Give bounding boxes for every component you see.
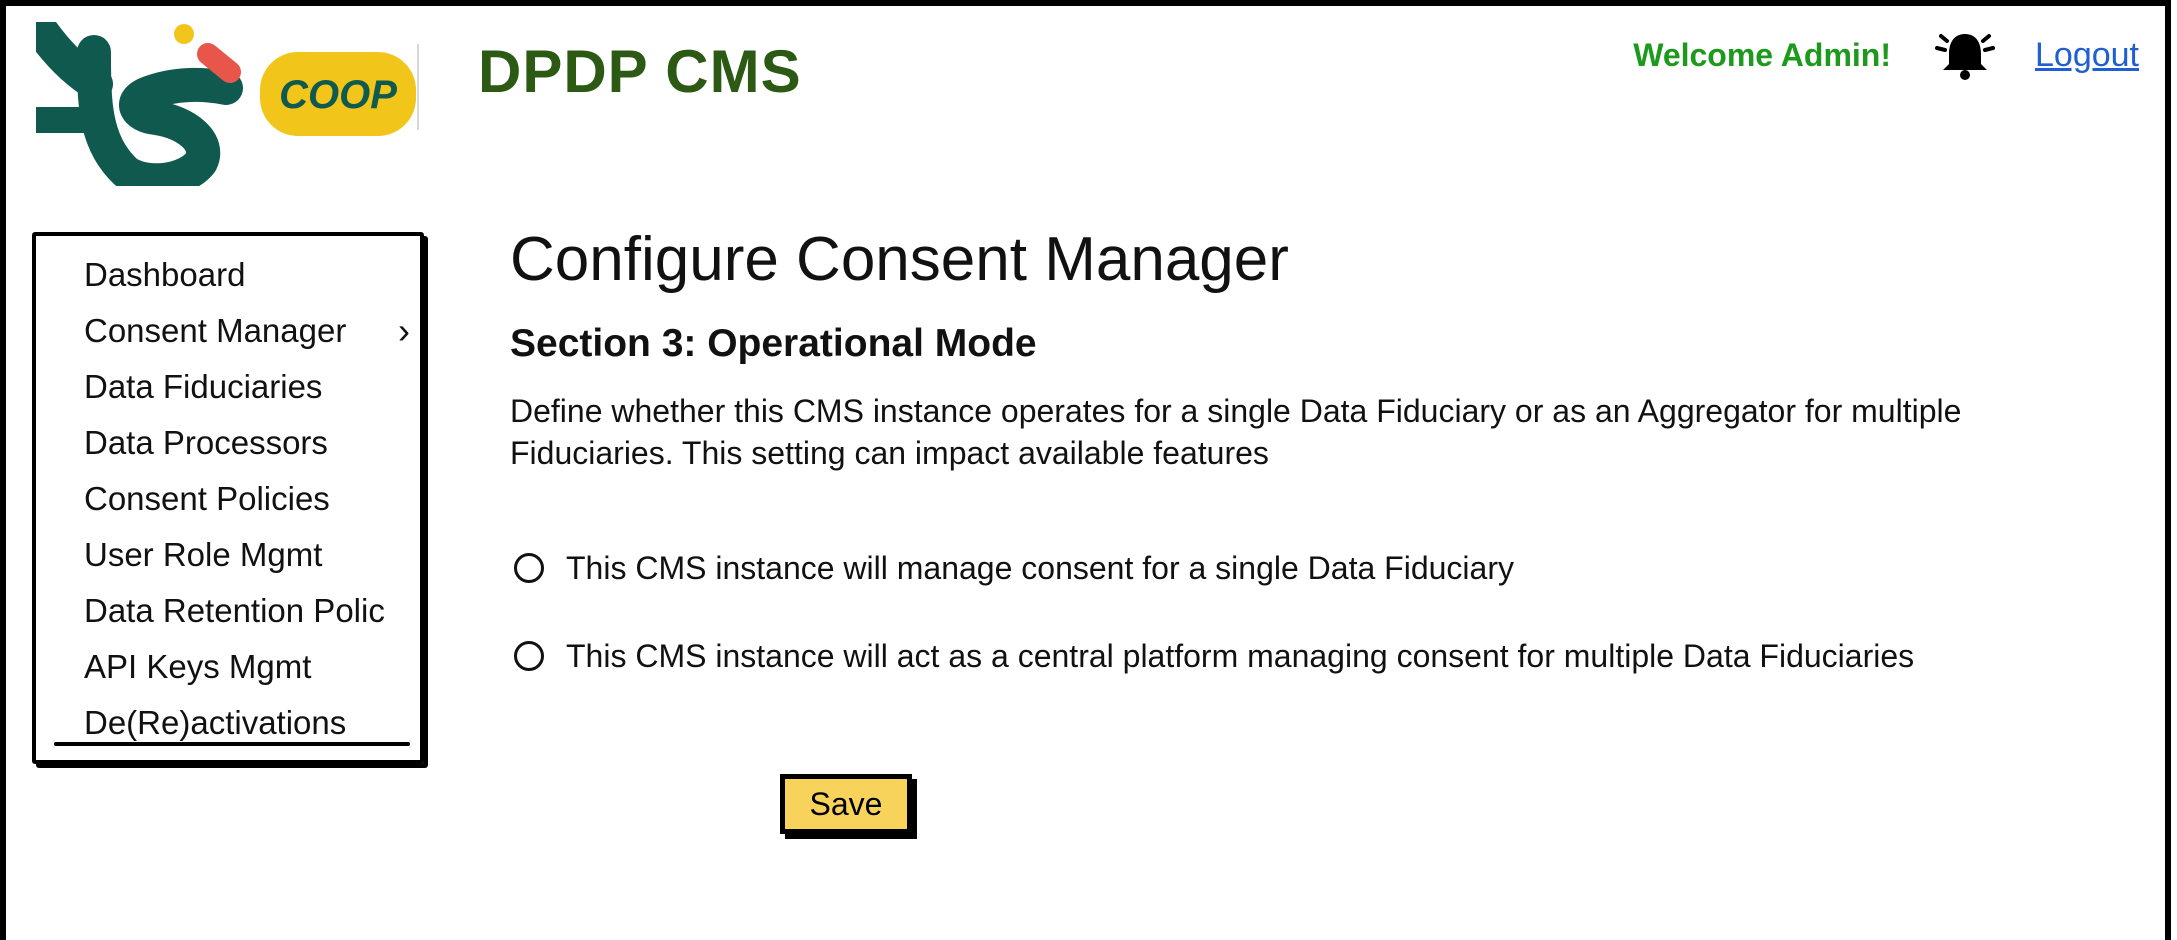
sidebar-item-consent-manager[interactable]: Consent Manager › [36,304,420,360]
sidebar-item-label: De(Re)activations [84,704,347,741]
page-title: Configure Consent Manager [510,225,1289,294]
bell-icon[interactable] [1933,28,1997,82]
sidebar-item-consent-policies[interactable]: Consent Policies [36,472,420,528]
option-single-fiduciary[interactable]: This CMS instance will manage consent fo… [510,544,2130,592]
option-label: This CMS instance will manage consent fo… [566,549,1514,586]
logout-link[interactable]: Logout [2035,36,2139,75]
sidebar-item-label: User Role Mgmt [84,536,323,573]
sidebar-item-label: API Keys Mgmt [84,648,312,685]
section-title: Section 3: Operational Mode [510,322,1037,365]
sidebar: Dashboard Consent Manager › Data Fiducia… [32,232,424,764]
chevron-right-icon: › [398,310,410,351]
logo-text: COOP [279,73,397,117]
radio-multiple-fiduciaries[interactable] [514,641,544,671]
coop-logo: COOP [36,22,419,186]
sidebar-item-data-fiduciaries[interactable]: Data Fiduciaries [36,360,420,416]
sidebar-item-label: Consent Policies [84,480,330,517]
section-description: Define whether this CMS instance operate… [510,393,1962,471]
sidebar-item-api-keys-mgmt[interactable]: API Keys Mgmt [36,640,420,696]
main-content: Configure Consent Manager Section 3: Ope… [510,222,2130,680]
app-title: DPDP CMS [478,38,802,105]
option-multiple-fiduciaries[interactable]: This CMS instance will act as a central … [510,632,2130,680]
user-bar: Welcome Admin! Logout [1633,28,2139,82]
sidebar-item-user-role-mgmt[interactable]: User Role Mgmt [36,528,420,584]
sidebar-list: Dashboard Consent Manager › Data Fiducia… [36,236,420,752]
sidebar-divider [54,742,410,746]
option-label: This CMS instance will act as a central … [566,637,1915,674]
sidebar-item-dashboard[interactable]: Dashboard [36,248,420,304]
sidebar-item-label: Data Retention Polic [84,592,385,629]
welcome-text: Welcome Admin! [1633,36,1891,73]
sidebar-item-label: Data Processors [84,424,328,461]
save-button[interactable]: Save [780,774,912,834]
sidebar-item-data-retention-policy[interactable]: Data Retention Polic [36,584,420,640]
radio-single-fiduciary[interactable] [514,553,544,583]
sidebar-item-label: Consent Manager [84,312,347,349]
sidebar-item-data-processors[interactable]: Data Processors [36,416,420,472]
sidebar-item-label: Dashboard [84,256,246,293]
sidebar-item-label: Data Fiduciaries [84,368,323,405]
